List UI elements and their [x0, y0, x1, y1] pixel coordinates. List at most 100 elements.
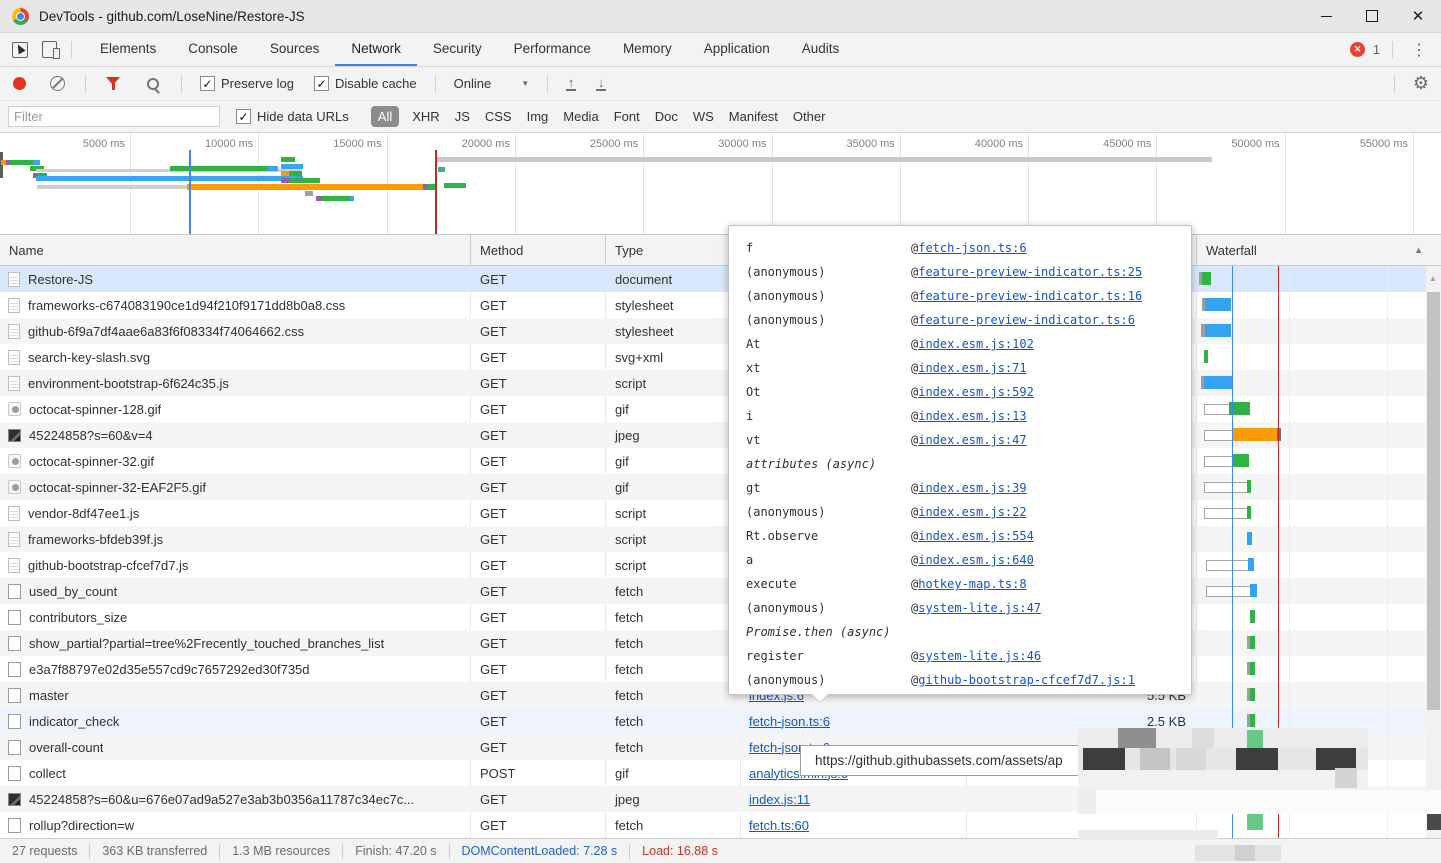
tab-console[interactable]: Console: [172, 33, 254, 66]
filter-pill-xhr[interactable]: XHR: [412, 109, 439, 124]
filter-input[interactable]: [8, 106, 220, 127]
preserve-log-checkbox[interactable]: ✓ Preserve log: [200, 76, 294, 91]
tab-audits[interactable]: Audits: [786, 33, 856, 66]
table-row[interactable]: masterGETfetchindex.js:65.5 KB: [0, 682, 1426, 708]
disable-cache-checkbox[interactable]: ✓ Disable cache: [314, 76, 417, 91]
table-row[interactable]: contributors_sizeGETfetch: [0, 604, 1426, 630]
tab-security[interactable]: Security: [417, 33, 498, 66]
tab-network[interactable]: Network: [335, 33, 417, 66]
clear-icon[interactable]: [50, 76, 65, 91]
request-name-cell[interactable]: octocat-spinner-128.gif: [0, 396, 470, 422]
table-row[interactable]: show_partial?partial=tree%2Frecently_tou…: [0, 630, 1426, 656]
more-options-icon[interactable]: ⋮: [1405, 40, 1433, 60]
request-name-cell[interactable]: rollup?direction=w: [0, 812, 470, 838]
filter-pill-ws[interactable]: WS: [693, 109, 714, 124]
stack-frame-source-link[interactable]: feature-preview-indicator.ts:16: [918, 289, 1142, 303]
filter-pill-media[interactable]: Media: [563, 109, 598, 124]
stack-frame-source-link[interactable]: index.esm.js:47: [918, 433, 1026, 447]
table-row[interactable]: frameworks-bfdeb39f.jsGETscript: [0, 526, 1426, 552]
stack-frame-source-link[interactable]: system-lite.js:46: [918, 649, 1041, 663]
filter-pill-img[interactable]: Img: [527, 109, 549, 124]
record-button[interactable]: [13, 77, 26, 90]
initiator-link[interactable]: index.js:11: [749, 792, 810, 807]
request-name-cell[interactable]: 45224858?s=60&v=4: [0, 422, 470, 448]
stack-frame-source-link[interactable]: index.esm.js:22: [918, 505, 1026, 519]
filter-pill-css[interactable]: CSS: [485, 109, 512, 124]
tab-elements[interactable]: Elements: [84, 33, 172, 66]
export-har-icon[interactable]: ↓: [596, 77, 606, 91]
stack-frame-source-link[interactable]: index.esm.js:592: [918, 385, 1034, 399]
stack-frame-source-link[interactable]: fetch-json.ts:6: [918, 241, 1026, 255]
stack-frame-source-link[interactable]: feature-preview-indicator.ts:25: [918, 265, 1142, 279]
settings-gear-icon[interactable]: ⚙: [1413, 73, 1429, 94]
network-overview[interactable]: 5000 ms10000 ms15000 ms20000 ms25000 ms3…: [0, 133, 1441, 235]
request-name-cell[interactable]: search-key-slash.svg: [0, 344, 470, 370]
scroll-up-icon[interactable]: ▲: [1429, 274, 1437, 283]
throttling-select[interactable]: Online ▼: [454, 76, 530, 91]
column-header-waterfall[interactable]: Waterfall: [1196, 235, 1441, 265]
stack-frame-source-link[interactable]: index.esm.js:39: [918, 481, 1026, 495]
table-row[interactable]: octocat-spinner-32-EAF2F5.gifGETgif: [0, 474, 1426, 500]
tab-application[interactable]: Application: [688, 33, 786, 66]
filter-pill-doc[interactable]: Doc: [655, 109, 678, 124]
request-name-cell[interactable]: github-bootstrap-cfcef7d7.js: [0, 552, 470, 578]
import-har-icon[interactable]: ↑: [566, 77, 576, 91]
column-header-name[interactable]: Name: [0, 235, 470, 265]
request-name-cell[interactable]: overall-count: [0, 734, 470, 760]
filter-pill-all[interactable]: All: [371, 106, 399, 127]
table-row[interactable]: search-key-slash.svgGETsvg+xml: [0, 344, 1426, 370]
request-name-cell[interactable]: contributors_size: [0, 604, 470, 630]
error-badge-icon[interactable]: ✕: [1350, 42, 1365, 57]
maximize-button[interactable]: [1349, 0, 1395, 32]
inspect-element-icon[interactable]: [12, 42, 28, 58]
stack-frame-source-link[interactable]: feature-preview-indicator.ts:6: [918, 313, 1135, 327]
stack-frame-source-link[interactable]: index.esm.js:102: [918, 337, 1034, 351]
initiator-link[interactable]: fetch-json.ts:6: [749, 714, 830, 729]
request-name-cell[interactable]: vendor-8df47ee1.js: [0, 500, 470, 526]
column-header-type[interactable]: Type: [605, 235, 740, 265]
request-name-cell[interactable]: collect: [0, 760, 470, 786]
tab-memory[interactable]: Memory: [607, 33, 688, 66]
filter-pill-other[interactable]: Other: [793, 109, 826, 124]
request-name-cell[interactable]: github-6f9a7df4aae6a83f6f08334f74064662.…: [0, 318, 470, 344]
request-name-cell[interactable]: environment-bootstrap-6f624c35.js: [0, 370, 470, 396]
filter-pill-js[interactable]: JS: [455, 109, 470, 124]
table-row[interactable]: octocat-spinner-128.gifGETgif: [0, 396, 1426, 422]
table-row[interactable]: github-bootstrap-cfcef7d7.jsGETscript: [0, 552, 1426, 578]
device-toolbar-icon[interactable]: [42, 41, 57, 58]
tab-performance[interactable]: Performance: [498, 33, 607, 66]
table-row[interactable]: e3a7f88797e02d35e557cd9c7657292ed30f735d…: [0, 656, 1426, 682]
request-name-cell[interactable]: e3a7f88797e02d35e557cd9c7657292ed30f735d: [0, 656, 470, 682]
filter-icon[interactable]: [106, 77, 121, 91]
request-name-cell[interactable]: Restore-JS: [0, 266, 470, 292]
column-header-method[interactable]: Method: [470, 235, 605, 265]
filter-pill-manifest[interactable]: Manifest: [729, 109, 778, 124]
request-name-cell[interactable]: octocat-spinner-32-EAF2F5.gif: [0, 474, 470, 500]
request-name-cell[interactable]: octocat-spinner-32.gif: [0, 448, 470, 474]
minimize-button[interactable]: [1303, 0, 1349, 32]
request-name-cell[interactable]: master: [0, 682, 470, 708]
stack-frame-source-link[interactable]: index.esm.js:13: [918, 409, 1026, 423]
request-name-cell[interactable]: indicator_check: [0, 708, 470, 734]
stack-frame-source-link[interactable]: index.esm.js:554: [918, 529, 1034, 543]
stack-frame-source-link[interactable]: system-lite.js:47: [918, 601, 1041, 615]
table-row[interactable]: Restore-JSGETdocument: [0, 266, 1426, 292]
vertical-scrollbar[interactable]: ▲: [1426, 266, 1441, 838]
table-row[interactable]: github-6f9a7df4aae6a83f6f08334f74064662.…: [0, 318, 1426, 344]
search-icon[interactable]: [147, 78, 159, 90]
close-button[interactable]: ✕: [1395, 0, 1441, 32]
table-row[interactable]: vendor-8df47ee1.jsGETscript: [0, 500, 1426, 526]
request-name-cell[interactable]: show_partial?partial=tree%2Frecently_tou…: [0, 630, 470, 656]
request-name-cell[interactable]: frameworks-c674083190ce1d94f210f9171dd8b…: [0, 292, 470, 318]
table-row[interactable]: 45224858?s=60&v=4GETjpeg: [0, 422, 1426, 448]
stack-frame-source-link[interactable]: hotkey-map.ts:8: [918, 577, 1026, 591]
table-row[interactable]: used_by_countGETfetch: [0, 578, 1426, 604]
initiator-link[interactable]: fetch.ts:60: [749, 818, 809, 833]
tab-sources[interactable]: Sources: [254, 33, 336, 66]
request-name-cell[interactable]: 45224858?s=60&u=676e07ad9a527e3ab3b0356a…: [0, 786, 470, 812]
request-name-cell[interactable]: used_by_count: [0, 578, 470, 604]
table-row[interactable]: octocat-spinner-32.gifGETgif: [0, 448, 1426, 474]
stack-frame-source-link[interactable]: index.esm.js:71: [918, 361, 1026, 375]
request-name-cell[interactable]: frameworks-bfdeb39f.js: [0, 526, 470, 552]
stack-frame-source-link[interactable]: github-bootstrap-cfcef7d7.js:1: [918, 673, 1135, 687]
